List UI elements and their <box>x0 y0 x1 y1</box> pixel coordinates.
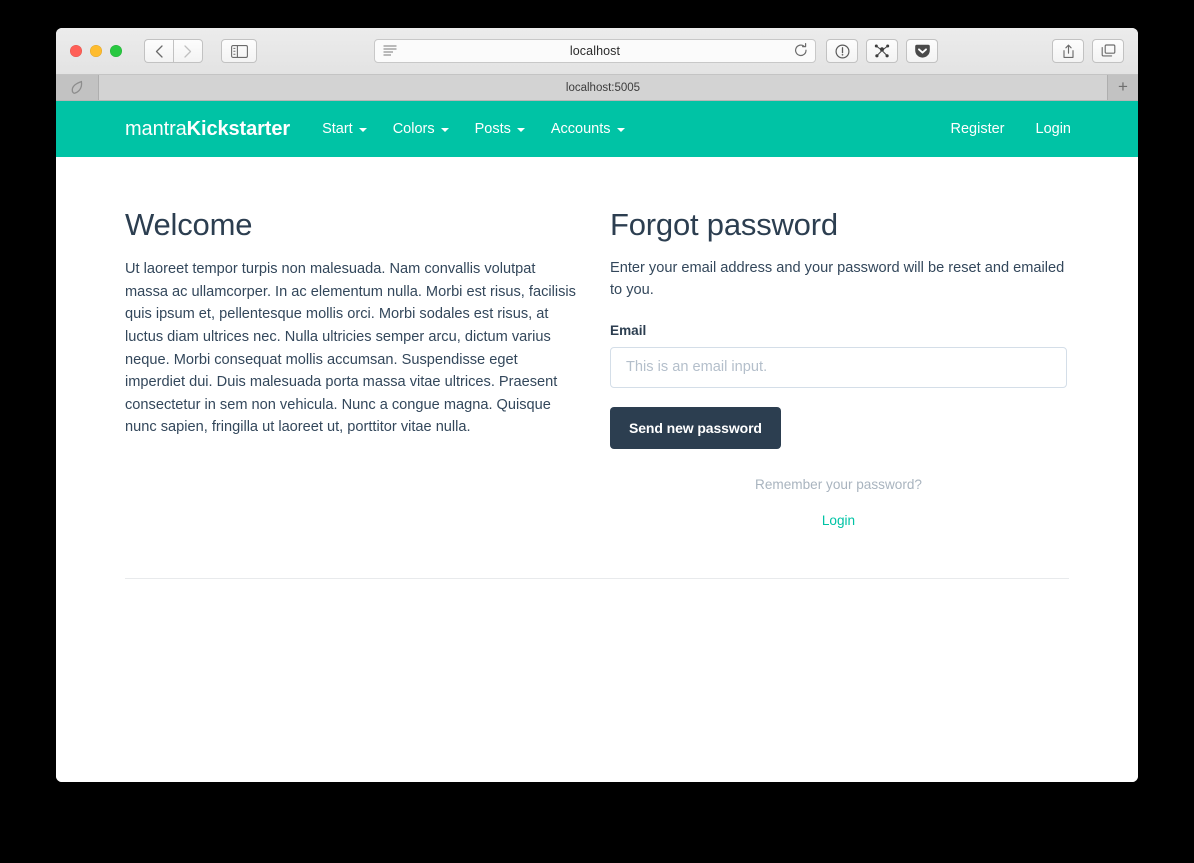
nav-item-accounts-label: Accounts <box>550 121 611 137</box>
pocket-icon[interactable] <box>906 39 938 63</box>
tab-bar: localhost:5005 + <box>56 75 1138 101</box>
forgot-password-column: Forgot password Enter your email address… <box>610 207 1067 530</box>
reader-icon[interactable] <box>383 45 397 56</box>
login-link-row: Login <box>610 512 1067 530</box>
page-content: mantraKickstarter Start Colors Posts Acc… <box>56 101 1138 782</box>
address-bar-value: localhost <box>569 44 621 58</box>
forgot-password-heading: Forgot password <box>610 207 838 242</box>
content-divider <box>125 577 1069 579</box>
email-input[interactable] <box>610 346 1067 388</box>
show-tabs-icon[interactable] <box>1092 39 1124 63</box>
nav-item-start-label: Start <box>322 121 353 137</box>
tab-localhost[interactable]: localhost:5005 <box>99 75 1107 100</box>
chevron-down-icon <box>358 128 367 132</box>
welcome-paragraph: Ut laoreet tempor turpis non malesuada. … <box>125 261 576 436</box>
zoom-window-button[interactable] <box>110 45 122 57</box>
nav-item-accounts[interactable]: Accounts <box>551 121 625 137</box>
new-tab-button[interactable]: + <box>1107 75 1138 100</box>
chevron-down-icon <box>440 128 449 132</box>
page-container: Welcome Ut laoreet tempor turpis non mal… <box>56 157 1138 579</box>
back-button[interactable] <box>144 39 173 63</box>
tab-title: localhost:5005 <box>565 81 641 94</box>
welcome-column: Welcome Ut laoreet tempor turpis non mal… <box>125 207 580 530</box>
nav-item-colors-label: Colors <box>392 121 435 137</box>
toolbar-extensions <box>826 39 938 63</box>
traffic-lights <box>70 45 122 57</box>
nav-item-posts[interactable]: Posts <box>475 121 525 137</box>
reload-button[interactable] <box>794 43 808 58</box>
browser-toolbar: localhost <box>56 28 1138 75</box>
send-new-password-button[interactable]: Send new password <box>610 406 781 449</box>
forgot-password-description: Enter your email address and your passwo… <box>610 260 1065 298</box>
brand-logo[interactable]: mantraKickstarter <box>125 118 290 141</box>
navigation-buttons <box>144 39 203 63</box>
show-sidebar-button[interactable] <box>221 39 257 63</box>
brand-light-text: mantra <box>125 117 187 140</box>
close-window-button[interactable] <box>70 45 82 57</box>
toolbar-right-actions <box>1052 39 1124 63</box>
navbar-menu: Start Colors Posts Accounts <box>322 121 625 137</box>
nav-item-start[interactable]: Start <box>322 121 367 137</box>
address-bar[interactable]: localhost <box>374 39 816 63</box>
email-field-label: Email <box>610 322 647 338</box>
brand-bold-text: Kickstarter <box>186 117 291 140</box>
browser-window: localhost localhost:5005 + mantraKicksta… <box>56 28 1138 782</box>
welcome-heading: Welcome <box>125 207 253 242</box>
navbar-auth-links: Register Login <box>951 121 1138 137</box>
nav-item-register[interactable]: Register <box>951 121 1005 137</box>
two-column-layout: Welcome Ut laoreet tempor turpis non mal… <box>125 157 1069 530</box>
tab-favicon[interactable] <box>56 75 99 100</box>
login-link[interactable]: Login <box>822 513 855 528</box>
nav-item-colors[interactable]: Colors <box>393 121 449 137</box>
share-network-icon[interactable] <box>866 39 898 63</box>
site-navbar: mantraKickstarter Start Colors Posts Acc… <box>56 101 1138 157</box>
forward-button[interactable] <box>173 39 203 63</box>
sidebar-icon <box>230 44 248 58</box>
remember-password-text: Remember your password? <box>755 476 922 492</box>
share-icon[interactable] <box>1052 39 1084 63</box>
chevron-down-icon <box>516 128 525 132</box>
leaf-icon <box>71 80 83 94</box>
info-icon[interactable] <box>826 39 858 63</box>
minimize-window-button[interactable] <box>90 45 102 57</box>
nav-item-login[interactable]: Login <box>1036 121 1071 137</box>
chevron-down-icon <box>616 128 625 132</box>
chevron-right-icon <box>184 44 192 58</box>
nav-item-posts-label: Posts <box>474 121 511 137</box>
chevron-left-icon <box>155 44 163 58</box>
